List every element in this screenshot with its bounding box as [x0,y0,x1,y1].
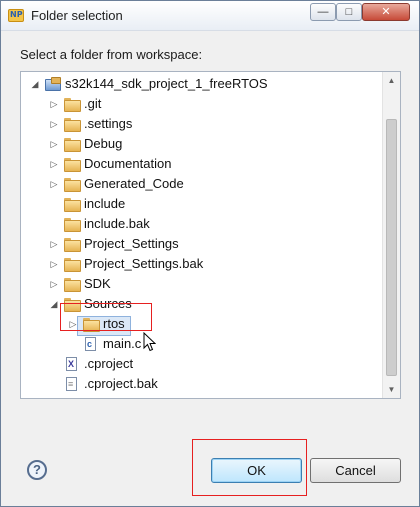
workspace-tree[interactable]: ◢ s32k144_sdk_project_1_freeRTOS ▷ .git … [20,71,401,399]
app-icon: NP [8,9,24,22]
tree-row[interactable]: ▷ SDK [21,274,383,294]
minimize-button[interactable]: — [310,3,336,21]
folder-icon [64,158,81,172]
dialog-prompt: Select a folder from workspace: [20,47,203,62]
vertical-scrollbar[interactable]: ▲ ▼ [382,72,400,398]
tree-row[interactable]: X .cproject [21,354,383,374]
tree-row[interactable]: ▷ Debug [21,134,383,154]
folder-icon [64,258,81,272]
tree-row[interactable]: ▷ Generated_Code [21,174,383,194]
expand-arrow-icon[interactable]: ▷ [50,239,58,249]
expand-arrow-icon[interactable]: ▷ [50,279,58,289]
tree-row-project[interactable]: ◢ s32k144_sdk_project_1_freeRTOS [21,74,383,94]
folder-icon [64,238,81,252]
c-file-icon: c [85,337,96,351]
tree-label: include [84,196,126,211]
tree-label: .git [84,96,102,111]
tree-label: s32k144_sdk_project_1_freeRTOS [65,76,268,91]
scrollbar-thumb[interactable] [386,119,397,376]
window-title: Folder selection [31,8,123,23]
tree-label: .cproject.bak [84,376,158,391]
tree-row[interactable]: include.bak [21,214,383,234]
tree-label: Generated_Code [84,176,184,191]
tree-row[interactable]: ▷ Project_Settings [21,234,383,254]
folder-icon [64,198,81,212]
tree-label: .cproject [84,356,134,371]
close-button[interactable]: ✕ [362,3,410,21]
tree-label: SDK [84,276,111,291]
help-icon[interactable]: ? [27,460,47,480]
scroll-down-arrow-icon[interactable]: ▼ [383,381,400,398]
tree-row[interactable]: ▷ .settings [21,114,383,134]
tree-row[interactable]: ▷ Project_Settings.bak [21,254,383,274]
expand-arrow-icon[interactable]: ▷ [50,119,58,129]
folder-icon [64,178,81,192]
tree-label: main.c [103,336,142,351]
folder-selection-dialog: NP Folder selection — □ ✕ Select a folde… [0,0,420,507]
tree-row[interactable]: ≡ .cproject.bak [21,374,383,394]
cancel-button[interactable]: Cancel [310,458,401,483]
expand-arrow-icon[interactable]: ▷ [50,139,58,149]
annotation-highlight-rtos [60,303,152,331]
xml-file-icon: X [66,357,77,371]
tree-row[interactable]: ▷ .git [21,94,383,114]
tree-label: include.bak [84,216,150,231]
file-icon: ≡ [66,377,77,391]
tree-row[interactable]: include [21,194,383,214]
maximize-button[interactable]: □ [336,3,362,21]
folder-icon [64,218,81,232]
mouse-cursor-icon [143,332,156,352]
tree-label: Debug [84,136,123,151]
collapse-arrow-icon[interactable]: ◢ [31,79,39,89]
expand-arrow-icon[interactable]: ▷ [50,179,58,189]
folder-icon [64,138,81,152]
project-icon [45,77,61,91]
folder-icon [64,98,81,112]
tree-label: Project_Settings [84,236,179,251]
tree-row[interactable]: ▷ Documentation [21,154,383,174]
ok-button[interactable]: OK [211,458,302,483]
expand-arrow-icon[interactable]: ▷ [50,159,58,169]
tree-label: Documentation [84,156,172,171]
expand-arrow-icon[interactable]: ▷ [50,259,58,269]
tree-label: Project_Settings.bak [84,256,204,271]
folder-icon [64,278,81,292]
tree-label: .settings [84,116,133,131]
collapse-arrow-icon[interactable]: ◢ [50,299,58,309]
expand-arrow-icon[interactable]: ▷ [50,99,58,109]
scroll-up-arrow-icon[interactable]: ▲ [383,72,400,89]
folder-icon [64,118,81,132]
tree-row[interactable]: c main.c [21,334,383,354]
title-bar[interactable]: NP Folder selection — □ ✕ [1,1,419,31]
